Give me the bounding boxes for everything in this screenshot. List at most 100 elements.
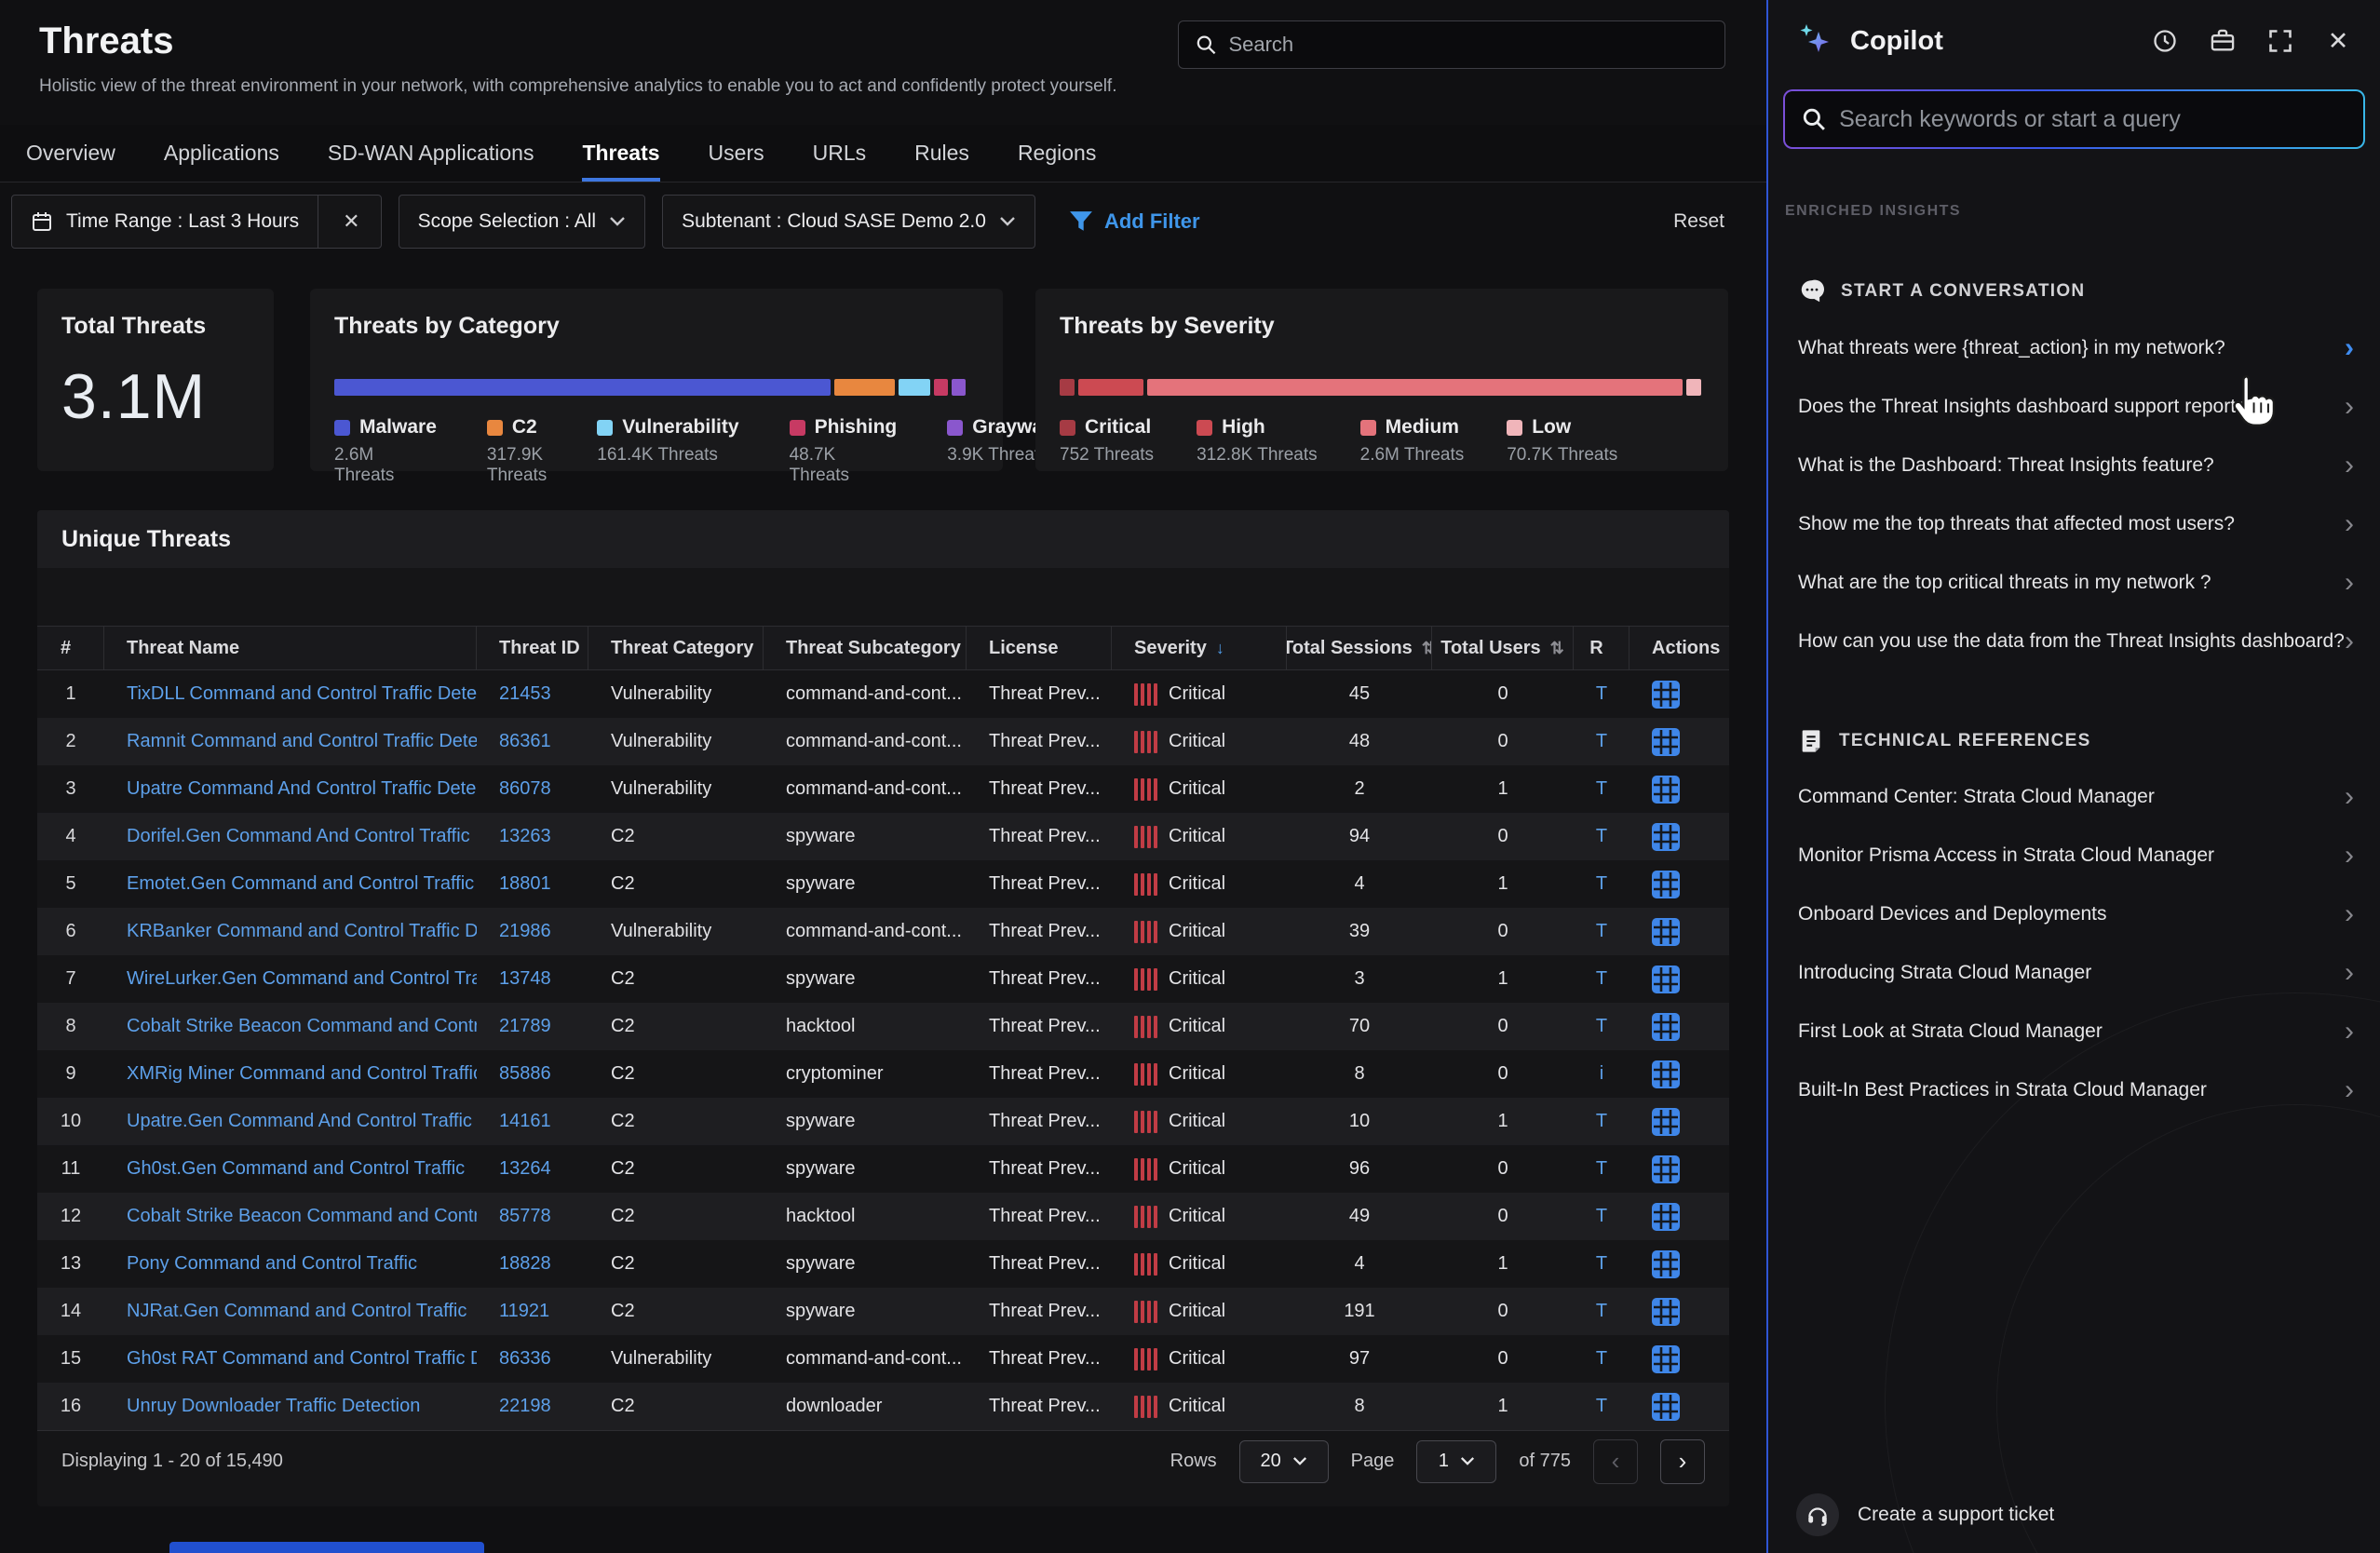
reset-button[interactable]: Reset xyxy=(1673,210,1724,233)
threat-id-link[interactable]: 85886 xyxy=(499,1063,551,1085)
grid-table-icon[interactable] xyxy=(1652,681,1680,709)
table-row[interactable]: 9 XMRig Miner Command and Control Traffi… xyxy=(37,1050,1729,1098)
table-row[interactable]: 1 TixDLL Command and Control Traffic Det… xyxy=(37,670,1729,718)
column-header[interactable]: Threat Name xyxy=(104,627,477,669)
conversation-item[interactable]: What is the Dashboard: Threat Insights f… xyxy=(1768,436,2380,494)
threat-id-link[interactable]: 22198 xyxy=(499,1396,551,1417)
page-select[interactable]: 1 xyxy=(1416,1440,1496,1483)
actions-cell[interactable] xyxy=(1629,1060,1729,1088)
table-row[interactable]: 8 Cobalt Strike Beacon Command and Contr… xyxy=(37,1003,1729,1050)
rule-link[interactable]: T xyxy=(1596,1111,1607,1132)
threat-id-link[interactable]: 21453 xyxy=(499,683,551,705)
grid-table-icon[interactable] xyxy=(1652,1203,1680,1231)
global-search[interactable] xyxy=(1178,20,1725,69)
actions-cell[interactable] xyxy=(1629,1155,1729,1183)
column-header[interactable]: Severity ↓ xyxy=(1112,627,1287,669)
grid-table-icon[interactable] xyxy=(1652,871,1680,898)
threat-name-link[interactable]: Gh0st.Gen Command and Control Traffic xyxy=(127,1158,465,1180)
filter-subtenant[interactable]: Subtenant : Cloud SASE Demo 2.0 xyxy=(662,195,1035,249)
close-icon[interactable]: ✕ xyxy=(2324,27,2352,55)
threat-name-link[interactable]: Upatre Command And Control Traffic Dete xyxy=(127,778,476,800)
add-filter-button[interactable]: Add Filter xyxy=(1069,209,1200,234)
table-row[interactable]: 5 Emotet.Gen Command and Control Traffic… xyxy=(37,860,1729,908)
column-header[interactable]: # xyxy=(37,627,104,669)
rule-link[interactable]: T xyxy=(1596,826,1607,847)
table-row[interactable]: 6 KRBanker Command and Control Traffic D… xyxy=(37,908,1729,955)
actions-cell[interactable] xyxy=(1629,918,1729,946)
actions-cell[interactable] xyxy=(1629,1393,1729,1421)
rule-link[interactable]: T xyxy=(1596,683,1607,705)
rule-link[interactable]: T xyxy=(1596,1396,1607,1417)
threat-id-link[interactable]: 86361 xyxy=(499,731,551,752)
actions-cell[interactable] xyxy=(1629,1345,1729,1373)
copilot-search[interactable] xyxy=(1783,89,2365,149)
grid-table-icon[interactable] xyxy=(1652,1155,1680,1183)
threat-name-link[interactable]: Unruy Downloader Traffic Detection xyxy=(127,1396,420,1417)
sort-icon[interactable]: ↓ xyxy=(1216,639,1224,658)
conversation-item[interactable]: What threats were {threat_action} in my … xyxy=(1768,318,2380,377)
conversation-item[interactable]: Does the Threat Insights dashboard suppo… xyxy=(1768,377,2380,436)
threat-name-link[interactable]: Dorifel.Gen Command And Control Traffic xyxy=(127,826,470,847)
sort-icon[interactable]: ⇅ xyxy=(1550,639,1564,658)
table-row[interactable]: 4 Dorifel.Gen Command And Control Traffi… xyxy=(37,813,1729,860)
sort-icon[interactable]: ⇅ xyxy=(1422,639,1432,658)
rows-per-page-select[interactable]: 20 xyxy=(1239,1440,1329,1483)
threat-id-link[interactable]: 86336 xyxy=(499,1348,551,1370)
table-row[interactable]: 11 Gh0st.Gen Command and Control Traffic… xyxy=(37,1145,1729,1193)
threat-id-link[interactable]: 21986 xyxy=(499,921,551,942)
tab[interactable]: SD-WAN Applications xyxy=(328,125,534,182)
rule-link[interactable]: T xyxy=(1596,873,1607,895)
expand-icon[interactable] xyxy=(2266,27,2294,55)
filter-scope[interactable]: Scope Selection : All xyxy=(399,195,645,249)
threat-id-link[interactable]: 86078 xyxy=(499,778,551,800)
table-row[interactable]: 3 Upatre Command And Control Traffic Det… xyxy=(37,765,1729,813)
threat-id-link[interactable]: 11921 xyxy=(499,1301,549,1322)
grid-table-icon[interactable] xyxy=(1652,918,1680,946)
rule-link[interactable]: T xyxy=(1596,778,1607,800)
tab[interactable]: Overview xyxy=(26,125,115,182)
actions-cell[interactable] xyxy=(1629,1203,1729,1231)
rule-link[interactable]: T xyxy=(1596,1016,1607,1037)
tab[interactable]: Regions xyxy=(1018,125,1096,182)
grid-table-icon[interactable] xyxy=(1652,1013,1680,1041)
threat-id-link[interactable]: 13748 xyxy=(499,968,551,990)
grid-table-icon[interactable] xyxy=(1652,1108,1680,1136)
remove-filter-icon[interactable]: ✕ xyxy=(331,209,361,234)
column-header[interactable]: Threat Category ⇅ xyxy=(588,627,764,669)
column-header[interactable]: License xyxy=(967,627,1112,669)
grid-table-icon[interactable] xyxy=(1652,823,1680,851)
history-icon[interactable] xyxy=(2151,27,2179,55)
table-row[interactable]: 12 Cobalt Strike Beacon Command and Cont… xyxy=(37,1193,1729,1240)
threat-name-link[interactable]: KRBanker Command and Control Traffic De xyxy=(127,921,477,942)
conversation-item[interactable]: What are the top critical threats in my … xyxy=(1768,553,2380,612)
threat-name-link[interactable]: WireLurker.Gen Command and Control Traf xyxy=(127,968,477,990)
rule-link[interactable]: T xyxy=(1596,921,1607,942)
threat-name-link[interactable]: Emotet.Gen Command and Control Traffic xyxy=(127,873,474,895)
table-row[interactable]: 14 NJRat.Gen Command and Control Traffic… xyxy=(37,1288,1729,1335)
threat-id-link[interactable]: 85778 xyxy=(499,1206,551,1227)
rule-link[interactable]: T xyxy=(1596,1301,1607,1322)
conversation-item[interactable]: How can you use the data from the Threat… xyxy=(1768,612,2380,670)
rule-link[interactable]: T xyxy=(1596,1348,1607,1370)
threat-id-link[interactable]: 13264 xyxy=(499,1158,551,1180)
table-row[interactable]: 10 Upatre.Gen Command And Control Traffi… xyxy=(37,1098,1729,1145)
threat-id-link[interactable]: 18828 xyxy=(499,1253,551,1275)
reference-item[interactable]: Built-In Best Practices in Strata Cloud … xyxy=(1768,1060,2380,1119)
column-header[interactable]: Threat Subcategory ⇅ xyxy=(764,627,967,669)
actions-cell[interactable] xyxy=(1629,1013,1729,1041)
actions-cell[interactable] xyxy=(1629,681,1729,709)
grid-table-icon[interactable] xyxy=(1652,1060,1680,1088)
actions-cell[interactable] xyxy=(1629,823,1729,851)
reference-item[interactable]: Command Center: Strata Cloud Manager › xyxy=(1768,767,2380,826)
tab[interactable]: Rules xyxy=(914,125,969,182)
rule-link[interactable]: i xyxy=(1600,1063,1603,1085)
rule-link[interactable]: T xyxy=(1596,1206,1607,1227)
threat-name-link[interactable]: Cobalt Strike Beacon Command and Contro xyxy=(127,1016,477,1037)
rule-link[interactable]: T xyxy=(1596,1253,1607,1275)
table-row[interactable]: 7 WireLurker.Gen Command and Control Tra… xyxy=(37,955,1729,1003)
actions-cell[interactable] xyxy=(1629,776,1729,804)
grid-table-icon[interactable] xyxy=(1652,1393,1680,1421)
actions-cell[interactable] xyxy=(1629,1298,1729,1326)
tab[interactable]: URLs xyxy=(813,125,867,182)
actions-cell[interactable] xyxy=(1629,871,1729,898)
